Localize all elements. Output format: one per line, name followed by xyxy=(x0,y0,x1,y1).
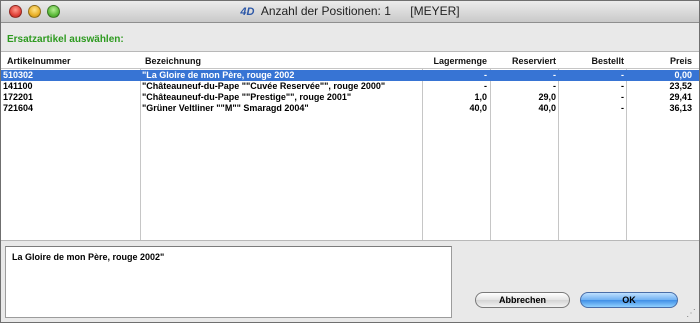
window-user-text: [MEYER] xyxy=(410,4,460,18)
cell-preis: 36,13 xyxy=(669,103,692,113)
cancel-button[interactable]: Abbrechen xyxy=(475,292,570,308)
cell-bezeichnung: "Châteauneuf-du-Pape ""Cuvée Reservée"",… xyxy=(142,81,386,91)
title-bar[interactable]: 4D Anzahl der Positionen: 1 [MEYER] xyxy=(1,1,699,23)
cell-bestellt: - xyxy=(621,103,624,113)
window-title-text: Anzahl der Positionen: 1 xyxy=(260,4,391,18)
cell-bezeichnung: "Grüner Veltliner ""M"" Smaragd 2004" xyxy=(142,103,309,113)
cell-preis: 23,52 xyxy=(669,81,692,91)
cell-bestellt: - xyxy=(621,81,624,91)
column-header-artikelnummer[interactable]: Artikelnummer xyxy=(7,56,71,66)
table-row[interactable]: 510302 "La Gloire de mon Père, rouge 200… xyxy=(1,70,699,81)
cell-reserviert: - xyxy=(553,81,556,91)
table-row[interactable]: 721604 "Grüner Veltliner ""M"" Smaragd 2… xyxy=(1,103,699,114)
resize-grip-icon[interactable]: ⋰ xyxy=(686,309,696,319)
column-header-lagermenge[interactable]: Lagermenge xyxy=(425,56,487,66)
selected-article-detail[interactable]: La Gloire de mon Père, rouge 2002" xyxy=(5,246,452,318)
table-row[interactable]: 172201 "Châteauneuf-du-Pape ""Prestige""… xyxy=(1,92,699,103)
cell-artikelnummer: 510302 xyxy=(3,70,34,80)
cell-lagermenge: - xyxy=(484,70,487,80)
column-header-bestellt[interactable]: Bestellt xyxy=(560,56,624,66)
cell-reserviert: - xyxy=(553,70,556,80)
dialog-window: 4D Anzahl der Positionen: 1 [MEYER] Ersa… xyxy=(0,0,700,323)
column-header-reserviert[interactable]: Reserviert xyxy=(492,56,556,66)
cell-artikelnummer: 172201 xyxy=(3,92,34,102)
cell-artikelnummer: 141100 xyxy=(3,81,33,91)
section-label: Ersatzartikel auswählen: xyxy=(7,34,124,45)
window-title: 4D Anzahl der Positionen: 1 [MEYER] xyxy=(1,4,699,18)
cell-preis: 0,00 xyxy=(674,70,692,80)
cell-bestellt: - xyxy=(621,70,624,80)
column-header-bezeichnung[interactable]: Bezeichnung xyxy=(145,56,201,66)
4d-logo-icon: 4D xyxy=(240,6,255,18)
cell-reserviert: 29,0 xyxy=(538,92,556,102)
cell-lagermenge: - xyxy=(484,81,487,91)
cell-bestellt: - xyxy=(621,92,624,102)
cell-bezeichnung: "La Gloire de mon Père, rouge 2002 xyxy=(142,70,295,80)
cell-artikelnummer: 721604 xyxy=(3,103,34,113)
cell-reserviert: 40,0 xyxy=(538,103,556,113)
cell-lagermenge: 40,0 xyxy=(469,103,487,113)
list-header: Artikelnummer Bezeichnung Lagermenge Res… xyxy=(1,52,699,69)
cell-bezeichnung: "Châteauneuf-du-Pape ""Prestige"", rouge… xyxy=(142,92,352,102)
ok-button[interactable]: OK xyxy=(580,292,678,308)
column-header-preis[interactable]: Preis xyxy=(629,56,692,66)
table-row[interactable]: 141100 "Châteauneuf-du-Pape ""Cuvée Rese… xyxy=(1,81,699,92)
cell-preis: 29,41 xyxy=(669,92,692,102)
replacement-article-list[interactable]: Artikelnummer Bezeichnung Lagermenge Res… xyxy=(1,51,699,241)
cell-lagermenge: 1,0 xyxy=(474,92,487,102)
